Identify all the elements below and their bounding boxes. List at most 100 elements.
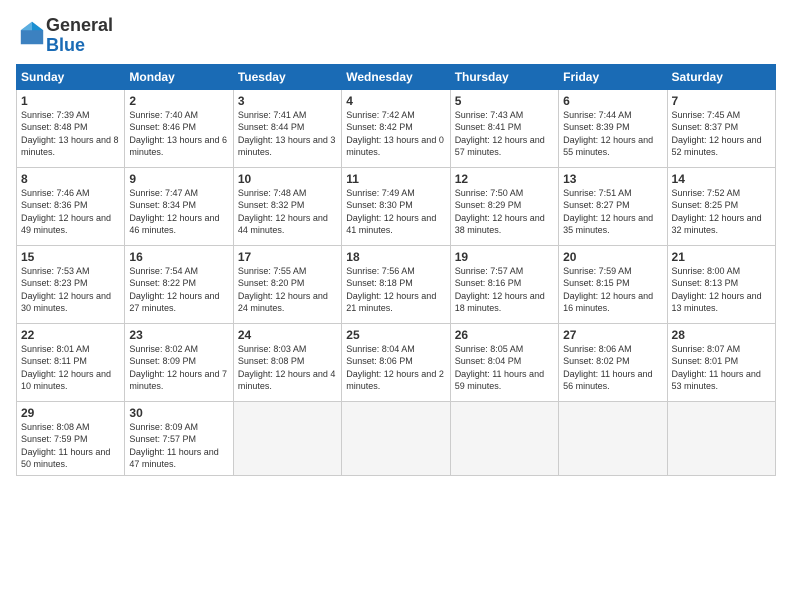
day-number: 22 xyxy=(21,328,120,342)
calendar-cell: 16 Sunrise: 7:54 AMSunset: 8:22 PMDaylig… xyxy=(125,245,233,323)
week-row-4: 22 Sunrise: 8:01 AMSunset: 8:11 PMDaylig… xyxy=(17,323,776,401)
calendar-cell: 24 Sunrise: 8:03 AMSunset: 8:08 PMDaylig… xyxy=(233,323,341,401)
day-number: 10 xyxy=(238,172,337,186)
logo: GeneralBlue xyxy=(16,16,113,56)
calendar-cell: 12 Sunrise: 7:50 AMSunset: 8:29 PMDaylig… xyxy=(450,167,558,245)
calendar-cell: 25 Sunrise: 8:04 AMSunset: 8:06 PMDaylig… xyxy=(342,323,450,401)
header-tuesday: Tuesday xyxy=(233,64,341,89)
calendar-cell xyxy=(559,401,667,475)
day-info: Sunrise: 7:49 AMSunset: 8:30 PMDaylight:… xyxy=(346,187,445,237)
calendar-cell: 13 Sunrise: 7:51 AMSunset: 8:27 PMDaylig… xyxy=(559,167,667,245)
day-info: Sunrise: 8:04 AMSunset: 8:06 PMDaylight:… xyxy=(346,343,445,393)
day-number: 19 xyxy=(455,250,554,264)
day-number: 26 xyxy=(455,328,554,342)
day-number: 23 xyxy=(129,328,228,342)
header-sunday: Sunday xyxy=(17,64,125,89)
header: GeneralBlue xyxy=(16,16,776,56)
calendar-cell xyxy=(233,401,341,475)
calendar-cell: 21 Sunrise: 8:00 AMSunset: 8:13 PMDaylig… xyxy=(667,245,775,323)
calendar-cell: 14 Sunrise: 7:52 AMSunset: 8:25 PMDaylig… xyxy=(667,167,775,245)
day-number: 28 xyxy=(672,328,771,342)
day-info: Sunrise: 8:01 AMSunset: 8:11 PMDaylight:… xyxy=(21,343,120,393)
header-thursday: Thursday xyxy=(450,64,558,89)
calendar-cell: 27 Sunrise: 8:06 AMSunset: 8:02 PMDaylig… xyxy=(559,323,667,401)
day-number: 15 xyxy=(21,250,120,264)
day-info: Sunrise: 8:06 AMSunset: 8:02 PMDaylight:… xyxy=(563,343,662,393)
calendar-cell: 11 Sunrise: 7:49 AMSunset: 8:30 PMDaylig… xyxy=(342,167,450,245)
logo-text: GeneralBlue xyxy=(46,16,113,56)
calendar-cell: 17 Sunrise: 7:55 AMSunset: 8:20 PMDaylig… xyxy=(233,245,341,323)
day-number: 9 xyxy=(129,172,228,186)
day-info: Sunrise: 7:55 AMSunset: 8:20 PMDaylight:… xyxy=(238,265,337,315)
day-info: Sunrise: 8:05 AMSunset: 8:04 PMDaylight:… xyxy=(455,343,554,393)
day-number: 11 xyxy=(346,172,445,186)
day-number: 21 xyxy=(672,250,771,264)
calendar-cell: 10 Sunrise: 7:48 AMSunset: 8:32 PMDaylig… xyxy=(233,167,341,245)
calendar-cell: 9 Sunrise: 7:47 AMSunset: 8:34 PMDayligh… xyxy=(125,167,233,245)
week-row-5: 29 Sunrise: 8:08 AMSunset: 7:59 PMDaylig… xyxy=(17,401,776,475)
day-number: 29 xyxy=(21,406,120,420)
day-info: Sunrise: 7:57 AMSunset: 8:16 PMDaylight:… xyxy=(455,265,554,315)
day-number: 20 xyxy=(563,250,662,264)
day-info: Sunrise: 8:00 AMSunset: 8:13 PMDaylight:… xyxy=(672,265,771,315)
day-info: Sunrise: 7:46 AMSunset: 8:36 PMDaylight:… xyxy=(21,187,120,237)
logo-icon xyxy=(18,19,46,47)
calendar-table: Sunday Monday Tuesday Wednesday Thursday… xyxy=(16,64,776,476)
day-info: Sunrise: 8:09 AMSunset: 7:57 PMDaylight:… xyxy=(129,421,228,471)
day-number: 27 xyxy=(563,328,662,342)
calendar-cell: 3 Sunrise: 7:41 AMSunset: 8:44 PMDayligh… xyxy=(233,89,341,167)
week-row-2: 8 Sunrise: 7:46 AMSunset: 8:36 PMDayligh… xyxy=(17,167,776,245)
calendar-cell xyxy=(667,401,775,475)
calendar-cell: 5 Sunrise: 7:43 AMSunset: 8:41 PMDayligh… xyxy=(450,89,558,167)
header-monday: Monday xyxy=(125,64,233,89)
day-number: 2 xyxy=(129,94,228,108)
day-number: 13 xyxy=(563,172,662,186)
calendar-cell xyxy=(450,401,558,475)
weekday-header-row: Sunday Monday Tuesday Wednesday Thursday… xyxy=(17,64,776,89)
calendar-cell: 7 Sunrise: 7:45 AMSunset: 8:37 PMDayligh… xyxy=(667,89,775,167)
day-info: Sunrise: 8:02 AMSunset: 8:09 PMDaylight:… xyxy=(129,343,228,393)
calendar-cell: 22 Sunrise: 8:01 AMSunset: 8:11 PMDaylig… xyxy=(17,323,125,401)
day-number: 1 xyxy=(21,94,120,108)
day-info: Sunrise: 7:54 AMSunset: 8:22 PMDaylight:… xyxy=(129,265,228,315)
day-number: 5 xyxy=(455,94,554,108)
header-wednesday: Wednesday xyxy=(342,64,450,89)
day-info: Sunrise: 7:52 AMSunset: 8:25 PMDaylight:… xyxy=(672,187,771,237)
day-number: 8 xyxy=(21,172,120,186)
day-number: 12 xyxy=(455,172,554,186)
calendar-cell: 6 Sunrise: 7:44 AMSunset: 8:39 PMDayligh… xyxy=(559,89,667,167)
day-info: Sunrise: 7:53 AMSunset: 8:23 PMDaylight:… xyxy=(21,265,120,315)
day-number: 3 xyxy=(238,94,337,108)
day-info: Sunrise: 7:59 AMSunset: 8:15 PMDaylight:… xyxy=(563,265,662,315)
day-info: Sunrise: 7:44 AMSunset: 8:39 PMDaylight:… xyxy=(563,109,662,159)
day-info: Sunrise: 7:45 AMSunset: 8:37 PMDaylight:… xyxy=(672,109,771,159)
day-number: 4 xyxy=(346,94,445,108)
day-number: 30 xyxy=(129,406,228,420)
day-number: 14 xyxy=(672,172,771,186)
day-info: Sunrise: 8:08 AMSunset: 7:59 PMDaylight:… xyxy=(21,421,120,471)
calendar-cell: 8 Sunrise: 7:46 AMSunset: 8:36 PMDayligh… xyxy=(17,167,125,245)
calendar-cell: 1 Sunrise: 7:39 AMSunset: 8:48 PMDayligh… xyxy=(17,89,125,167)
page: GeneralBlue Sunday Monday Tuesday Wednes… xyxy=(0,0,792,612)
day-info: Sunrise: 7:56 AMSunset: 8:18 PMDaylight:… xyxy=(346,265,445,315)
calendar-cell: 23 Sunrise: 8:02 AMSunset: 8:09 PMDaylig… xyxy=(125,323,233,401)
day-number: 7 xyxy=(672,94,771,108)
week-row-1: 1 Sunrise: 7:39 AMSunset: 8:48 PMDayligh… xyxy=(17,89,776,167)
day-info: Sunrise: 7:39 AMSunset: 8:48 PMDaylight:… xyxy=(21,109,120,159)
day-number: 6 xyxy=(563,94,662,108)
day-info: Sunrise: 7:50 AMSunset: 8:29 PMDaylight:… xyxy=(455,187,554,237)
calendar-cell: 19 Sunrise: 7:57 AMSunset: 8:16 PMDaylig… xyxy=(450,245,558,323)
day-info: Sunrise: 7:42 AMSunset: 8:42 PMDaylight:… xyxy=(346,109,445,159)
day-number: 24 xyxy=(238,328,337,342)
calendar-cell: 2 Sunrise: 7:40 AMSunset: 8:46 PMDayligh… xyxy=(125,89,233,167)
day-info: Sunrise: 7:48 AMSunset: 8:32 PMDaylight:… xyxy=(238,187,337,237)
calendar-cell: 20 Sunrise: 7:59 AMSunset: 8:15 PMDaylig… xyxy=(559,245,667,323)
header-saturday: Saturday xyxy=(667,64,775,89)
day-info: Sunrise: 8:07 AMSunset: 8:01 PMDaylight:… xyxy=(672,343,771,393)
day-info: Sunrise: 7:47 AMSunset: 8:34 PMDaylight:… xyxy=(129,187,228,237)
calendar-cell: 28 Sunrise: 8:07 AMSunset: 8:01 PMDaylig… xyxy=(667,323,775,401)
day-info: Sunrise: 7:41 AMSunset: 8:44 PMDaylight:… xyxy=(238,109,337,159)
day-number: 25 xyxy=(346,328,445,342)
calendar-cell xyxy=(342,401,450,475)
header-friday: Friday xyxy=(559,64,667,89)
